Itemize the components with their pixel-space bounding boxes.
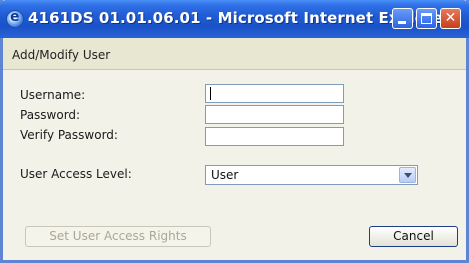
internet-explorer-icon[interactable] [6, 9, 24, 28]
chevron-down-icon[interactable] [399, 167, 416, 183]
username-label: Username: [20, 88, 86, 102]
text-caret [210, 87, 211, 100]
access-level-label: User Access Level: [20, 167, 132, 181]
title-bar[interactable]: 4161DS 01.01.06.01 - Microsoft Internet … [0, 0, 469, 38]
maximize-icon[interactable] [416, 8, 437, 29]
window-title: 4161DS 01.01.06.01 - Microsoft Internet … [28, 9, 451, 27]
access-level-select[interactable]: User [205, 165, 418, 185]
username-input[interactable] [205, 84, 344, 103]
access-level-value: User [211, 168, 239, 182]
verify-password-label: Verify Password: [20, 128, 118, 142]
minimize-icon[interactable] [392, 8, 413, 29]
verify-password-input[interactable] [205, 127, 344, 146]
ie-window: 4161DS 01.01.06.01 - Microsoft Internet … [0, 0, 469, 263]
password-label: Password: [20, 108, 81, 122]
dialog-title: Add/Modify User [12, 48, 111, 62]
password-input[interactable] [205, 105, 344, 124]
close-icon[interactable]: ✕ [440, 8, 461, 29]
cancel-button[interactable]: Cancel [369, 226, 458, 247]
set-user-access-rights-button[interactable]: Set User Access Rights [25, 226, 211, 247]
